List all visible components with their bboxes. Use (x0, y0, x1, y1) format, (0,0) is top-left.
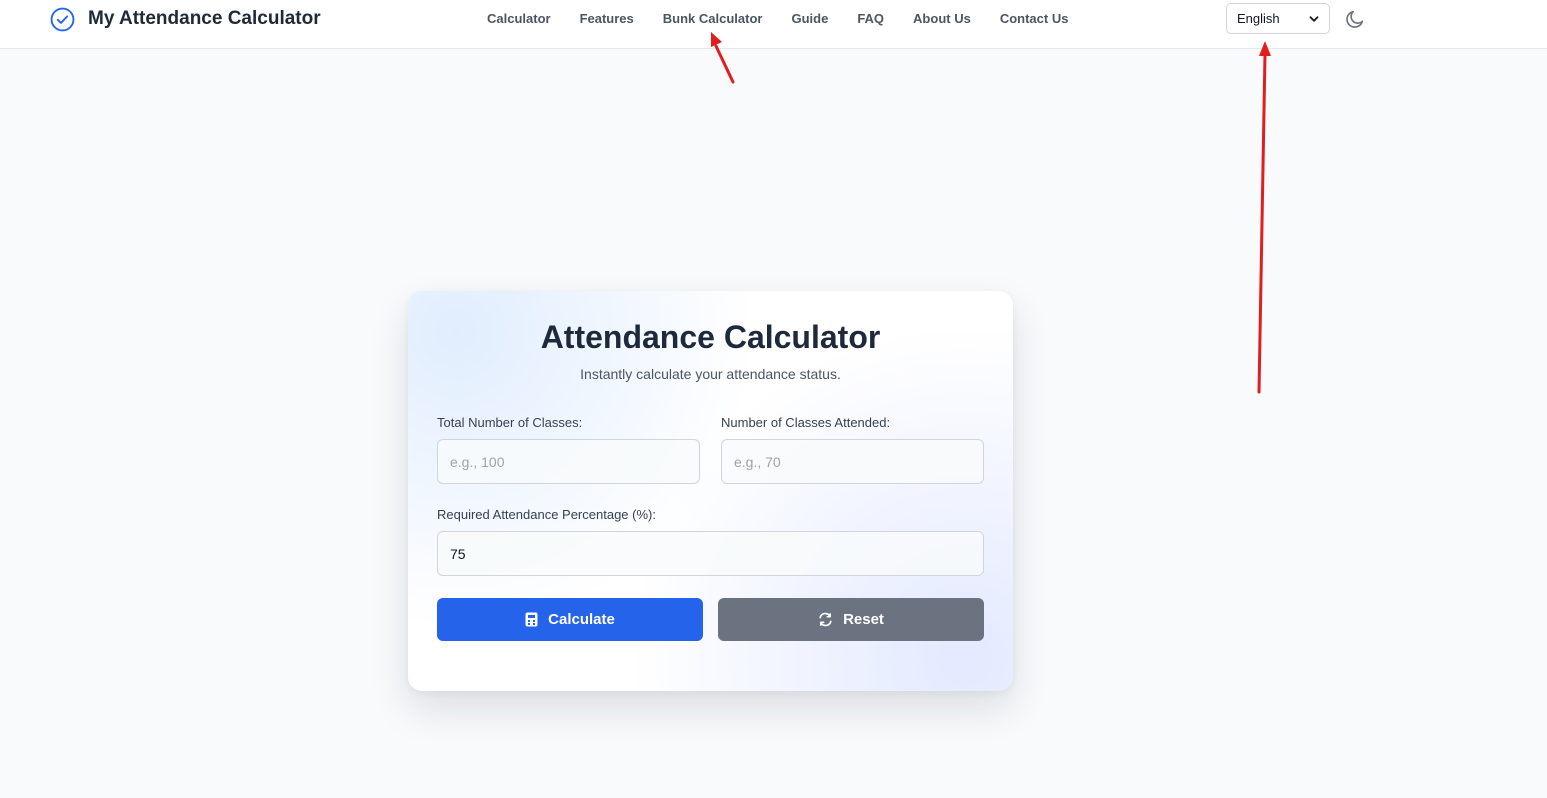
nav-features[interactable]: Features (580, 11, 634, 26)
nav-faq[interactable]: FAQ (857, 11, 884, 26)
calculator-subtitle: Instantly calculate your attendance stat… (580, 366, 841, 382)
attended-classes-label: Number of Classes Attended: (721, 415, 891, 430)
nav-contact-us[interactable]: Contact Us (1000, 11, 1069, 26)
check-circle-icon (50, 7, 75, 31)
calculate-label: Calculate (548, 611, 615, 628)
nav-guide[interactable]: Guide (791, 11, 828, 26)
required-percentage-label: Required Attendance Percentage (%): (437, 507, 656, 522)
arrow-to-language-select (1257, 41, 1271, 394)
language-selected-value: English (1237, 11, 1280, 26)
site-header: My Attendance Calculator Calculator Feat… (0, 0, 1547, 49)
nav-bunk-calculator[interactable]: Bunk Calculator (663, 11, 763, 26)
calculator-icon (525, 612, 538, 627)
language-select[interactable]: English (1226, 3, 1330, 34)
nav-calculator[interactable]: Calculator (487, 11, 551, 26)
brand-title: My Attendance Calculator (88, 8, 321, 29)
total-classes-label: Total Number of Classes: (437, 415, 583, 430)
calculate-button[interactable]: Calculate (437, 598, 703, 641)
calculator-title: Attendance Calculator (540, 319, 881, 355)
refresh-icon (819, 612, 832, 627)
main-nav: Calculator Features Bunk Calculator Guid… (487, 11, 1097, 26)
reset-label: Reset (843, 611, 884, 628)
nav-about-us[interactable]: About Us (913, 11, 971, 26)
required-percentage-input[interactable] (437, 531, 984, 576)
attended-classes-input[interactable] (721, 439, 984, 484)
attendance-calculator-card: Attendance Calculator Instantly calculat… (408, 291, 1013, 691)
total-classes-input[interactable] (437, 439, 700, 484)
moon-icon[interactable] (1344, 8, 1366, 30)
reset-button[interactable]: Reset (718, 598, 984, 641)
chevron-down-icon (1309, 15, 1319, 22)
brand[interactable]: My Attendance Calculator (50, 6, 321, 32)
